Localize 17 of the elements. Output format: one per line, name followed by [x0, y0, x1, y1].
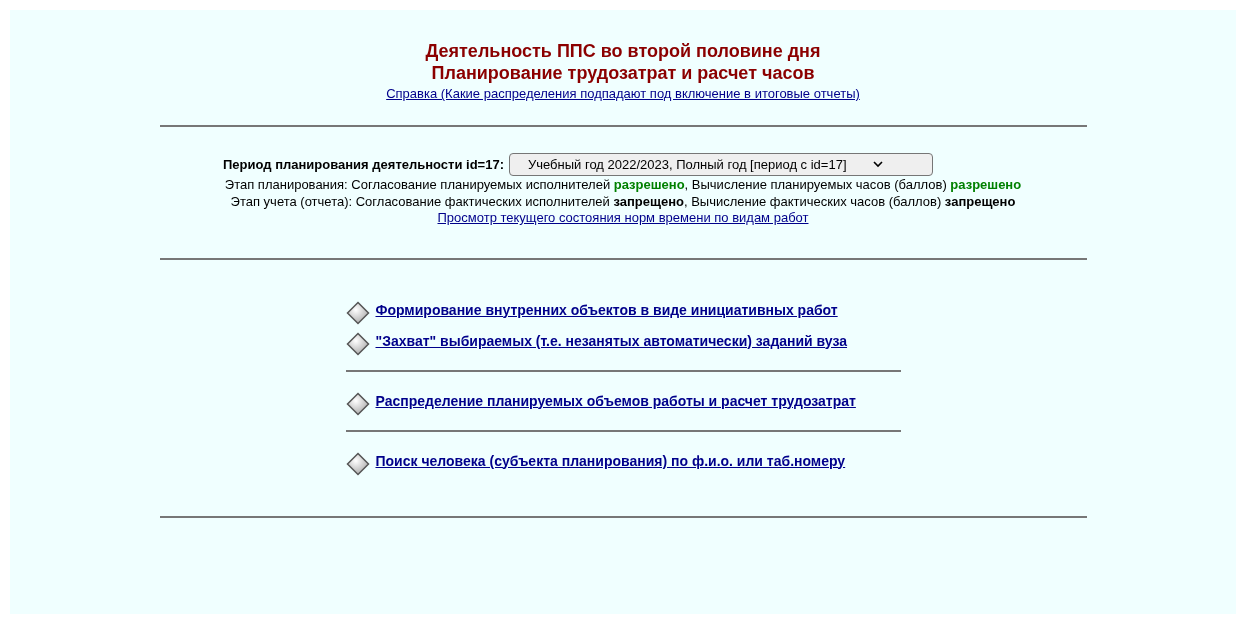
menu-link[interactable]: Формирование внутренних объектов в виде инициативных работ	[375, 301, 838, 318]
page-title: Планирование трудозатрат и расчет часов	[431, 62, 815, 84]
stage-status-text: Этап планирования: Согласование планируемых исполнителей разрешено, Вычисление планируемых часов (баллов) разрешено	[223, 176, 1023, 193]
page-title: Деятельность ППС во второй половине дня	[425, 40, 821, 62]
diamond-icon	[345, 300, 370, 325]
period-label: Период планирования деятельности id=17:	[223, 157, 504, 172]
help-link[interactable]: Справка (Какие распределения подпадают под включение в итоговые отчеты)	[386, 86, 860, 101]
caret-icon	[872, 161, 883, 168]
menu-link[interactable]: Распределение планируемых объемов работы и расчет трудозатрат	[375, 392, 856, 409]
norms-link[interactable]: Просмотр текущего состояния норм времени по видам работ	[437, 210, 809, 225]
stage-status-text: Этап учета (отчета): Согласование фактических исполнителей запрещено, Вычисление фактических часов (баллов) запрещено	[229, 193, 1017, 210]
diamond-icon	[345, 391, 370, 416]
menu-link[interactable]: Поиск человека (субъекта планирования) по ф.и.о. или таб.номеру	[375, 452, 846, 469]
period-select[interactable]: Учебный год 2022/2023, Полный год [период с id=17]	[509, 153, 933, 176]
diamond-icon	[345, 331, 370, 356]
diamond-icon	[345, 451, 370, 476]
menu-link[interactable]: "Захват" выбираемых (т.е. незанятых автоматически) заданий вуза	[375, 332, 848, 349]
